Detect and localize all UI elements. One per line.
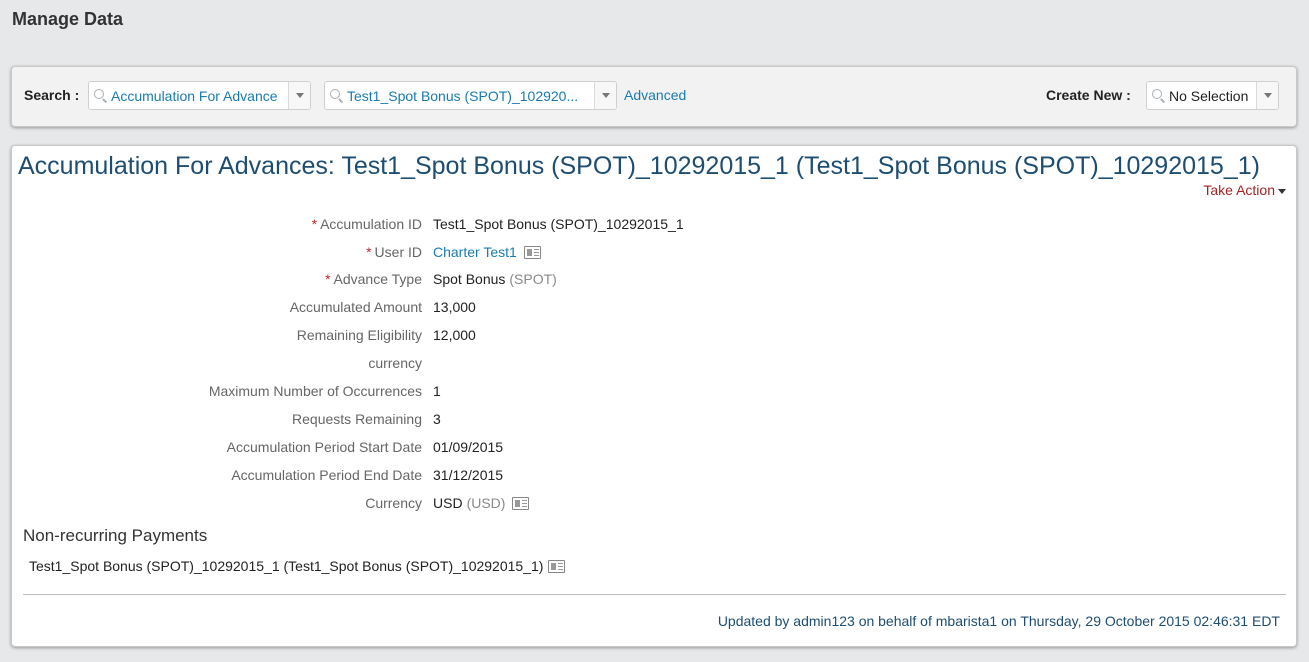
required-marker: * — [366, 244, 372, 260]
chevron-down-icon[interactable] — [288, 82, 310, 109]
field-accumulation-id: * Accumulation ID Test1_Spot Bonus (SPOT)… — [12, 216, 912, 236]
field-label: Accumulation Period End Date — [231, 467, 422, 483]
create-new-combobox[interactable]: No Selection — [1146, 81, 1279, 110]
period-end-value: 31/12/2015 — [433, 467, 504, 483]
id-card-icon[interactable] — [548, 559, 566, 573]
field-period-start: Accumulation Period Start Date 01/09/201… — [12, 439, 912, 459]
required-marker: * — [311, 216, 318, 232]
field-advance-type: * Advance Type Spot Bonus (SPOT) — [12, 271, 912, 291]
divider — [23, 594, 1286, 595]
accumulated-amount-value: 13,000 — [433, 299, 476, 315]
remaining-eligibility-value: 12,000 — [433, 327, 476, 343]
field-period-end: Accumulation Period End Date 31/12/2015 — [12, 467, 912, 487]
create-new-value[interactable]: No Selection — [1167, 88, 1256, 104]
advanced-search-link[interactable]: Advanced — [624, 87, 686, 103]
field-label: Requests Remaining — [292, 411, 422, 427]
field-max-occurrences: Maximum Number of Occurrences 1 — [12, 383, 912, 403]
advance-type-code: (SPOT) — [509, 271, 557, 287]
id-card-icon[interactable] — [523, 245, 541, 259]
accumulation-id-value: Test1_Spot Bonus (SPOT)_10292015_1 — [433, 216, 684, 232]
search-record-combobox[interactable]: Test1_Spot Bonus (SPOT)_102920... — [324, 81, 617, 110]
take-action-label[interactable]: Take Action — [1203, 182, 1275, 198]
search-label: Search : — [24, 87, 80, 103]
field-label: * Accumulation ID — [311, 216, 422, 232]
page-title: Manage Data — [12, 9, 124, 29]
non-recurring-item-label: Test1_Spot Bonus (SPOT)_10292015_1 (Test… — [29, 558, 544, 574]
record-detail-panel: Accumulation For Advances: Test1_Spot Bo… — [11, 145, 1297, 647]
field-label: Currency — [365, 495, 422, 511]
chevron-down-icon[interactable] — [594, 82, 616, 109]
record-title: Accumulation For Advances: Test1_Spot Bo… — [18, 152, 1260, 180]
field-label: Remaining Eligibility — [296, 327, 422, 343]
caret-down-icon[interactable] — [1278, 188, 1286, 194]
user-id-value: Charter Test1 — [433, 244, 541, 260]
take-action-menu[interactable]: Take Action — [1203, 182, 1286, 198]
max-occurrences-value: 1 — [433, 383, 441, 399]
requests-remaining-value: 3 — [433, 411, 441, 427]
currency-code: (USD) — [466, 495, 506, 511]
non-recurring-heading: Non-recurring Payments — [23, 526, 208, 545]
magnifier-icon — [93, 88, 109, 104]
search-type-combobox[interactable]: Accumulation For Advance — [88, 81, 311, 110]
field-requests-remaining: Requests Remaining 3 — [12, 411, 912, 431]
user-link[interactable]: Charter Test1 — [433, 244, 517, 260]
search-record-value[interactable]: Test1_Spot Bonus (SPOT)_102920... — [345, 88, 594, 104]
create-new-label: Create New : — [1046, 87, 1131, 103]
updated-by-text: Updated by admin123 on behalf of mbarist… — [717, 613, 1280, 629]
magnifier-icon — [329, 88, 345, 104]
field-user-id: * User ID Charter Test1 — [12, 244, 912, 264]
field-currency-blank: currency — [12, 355, 912, 375]
field-currency: Currency USD (USD) — [12, 495, 912, 515]
field-label: currency — [368, 355, 422, 371]
field-label: * Advance Type — [325, 271, 422, 287]
field-remaining-eligibility: Remaining Eligibility 12,000 — [12, 327, 912, 347]
field-label: Maximum Number of Occurrences — [208, 383, 422, 399]
advance-type-value: Spot Bonus (SPOT) — [433, 271, 557, 287]
required-marker: * — [325, 271, 331, 287]
search-toolbar: Search : Accumulation For Advance Test1_… — [11, 66, 1297, 127]
field-label: * User ID — [366, 244, 422, 260]
field-label: Accumulation Period Start Date — [226, 439, 422, 455]
search-type-value[interactable]: Accumulation For Advance — [109, 88, 288, 104]
currency-value: USD (USD) — [433, 495, 530, 511]
chevron-down-icon[interactable] — [1256, 82, 1278, 109]
magnifier-icon — [1151, 88, 1167, 104]
non-recurring-item: Test1_Spot Bonus (SPOT)_10292015_1 (Test… — [29, 558, 566, 574]
id-card-icon[interactable] — [512, 496, 530, 510]
field-label: Accumulated Amount — [289, 299, 422, 315]
field-accumulated-amount: Accumulated Amount 13,000 — [12, 299, 912, 319]
period-start-value: 01/09/2015 — [433, 439, 504, 455]
